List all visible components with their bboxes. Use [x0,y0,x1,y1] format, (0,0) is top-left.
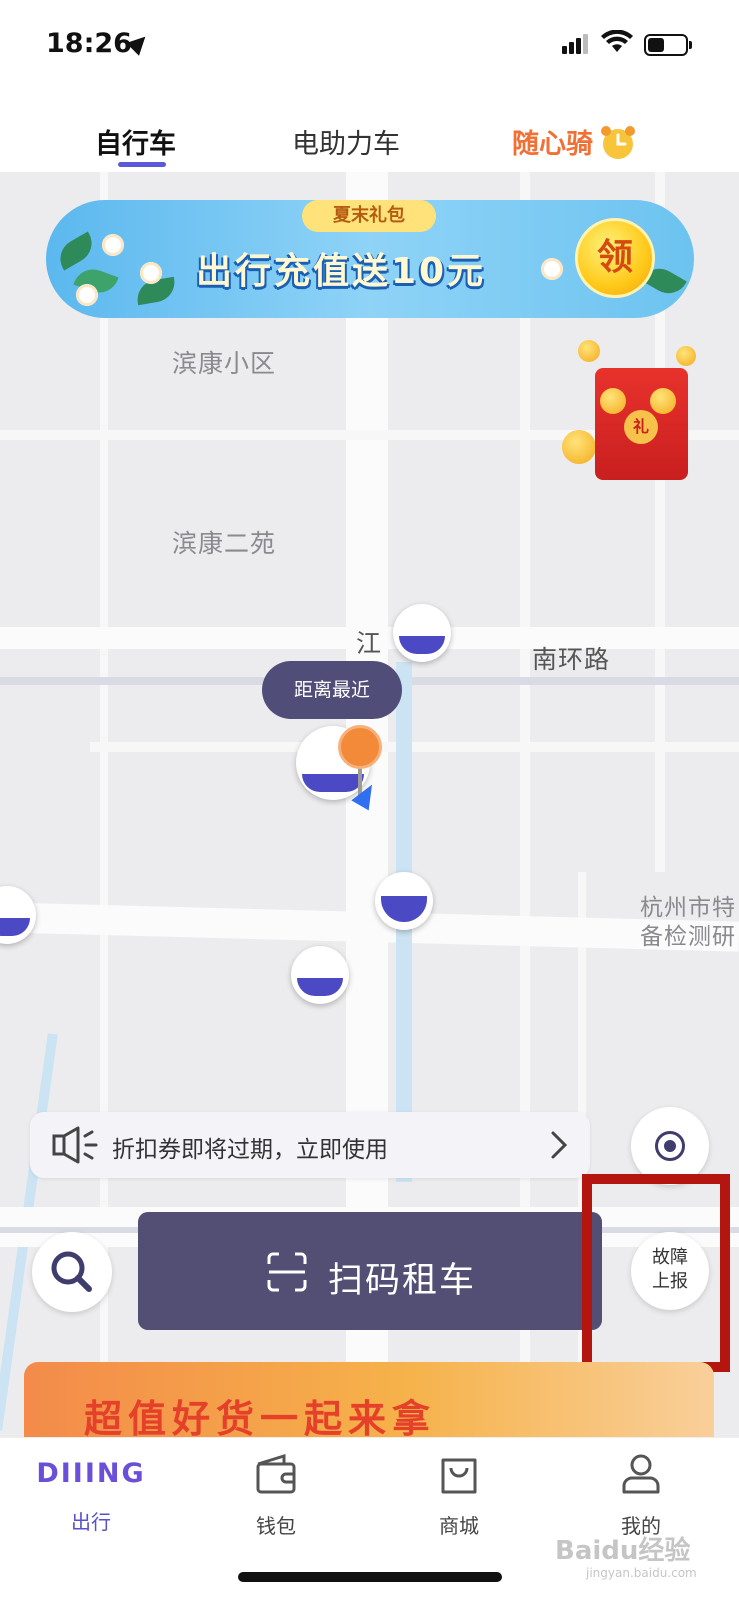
gold-coin-icon [676,346,696,366]
search-icon [51,1251,92,1292]
red-packet-seal: 礼 [624,410,658,444]
tab-mall-label: 商城 [439,1514,479,1538]
tab-me[interactable]: 我的 [586,1452,696,1539]
tab-ebike[interactable]: 电助力车 [292,122,400,161]
map-label-poi: 备检测研 [640,924,736,950]
map-label-road: 南环路 [532,645,611,674]
battery-tip [689,41,692,49]
chevron-right-icon [551,1131,568,1159]
promo-tag: 夏末礼包 [302,200,436,232]
user-icon [622,1454,660,1494]
map-label-river: 江 [356,629,383,658]
map-label-area: 滨康小区 [172,349,277,378]
watermark-sub: jingyan.baidu.com [586,1566,697,1580]
bike-marker[interactable] [375,872,433,930]
search-button[interactable] [32,1232,112,1312]
notice-text: 折扣券即将过期，立即使用 [112,1137,388,1163]
alarm-clock-icon [601,126,635,159]
speaker-icon [52,1126,98,1164]
bike-marker[interactable] [393,604,451,662]
wallet-icon [256,1453,296,1494]
tab-wallet[interactable]: 钱包 [221,1452,331,1539]
location-pin-icon [338,725,382,769]
tab-wallet-label: 钱包 [256,1514,296,1538]
tab-mall[interactable]: 商城 [404,1452,514,1539]
shopping-bag-icon [441,1458,477,1494]
gold-coin-icon [600,388,626,414]
status-time: 18:26 [46,28,132,59]
scan-icon [267,1252,307,1292]
gold-coin-icon [650,388,676,414]
promo-headline: 出行充值送10元 [196,251,487,292]
nearest-bubble: 距离最近 [262,661,402,719]
bike-marker[interactable] [291,946,349,1004]
scan-button-label: 扫码租车 [328,1261,477,1301]
claim-coin-button[interactable]: 领 [575,218,655,298]
cellular-signal-icon [562,34,590,54]
gold-coin-icon [578,340,600,362]
gold-coin-icon [562,430,596,464]
diiing-logo: DIIING [36,1458,146,1489]
map-label-area: 滨康二苑 [172,529,277,558]
bottom-promo-text: 超值好货一起来拿 [84,1397,437,1441]
locate-dot [664,1140,676,1152]
tab-bicycle[interactable]: 自行车 [95,122,176,161]
watermark: Baidu经验 [555,1536,691,1566]
highlight-annotation-box [582,1174,730,1372]
tab-suixin[interactable]: 随心骑 [512,122,593,161]
wifi-icon [601,30,633,52]
tab-ride-label: 出行 [71,1510,111,1534]
active-tab-indicator [118,162,166,167]
battery-icon [644,34,688,56]
tab-ride[interactable]: DIIING 出行 [36,1452,146,1535]
home-indicator [238,1572,502,1582]
